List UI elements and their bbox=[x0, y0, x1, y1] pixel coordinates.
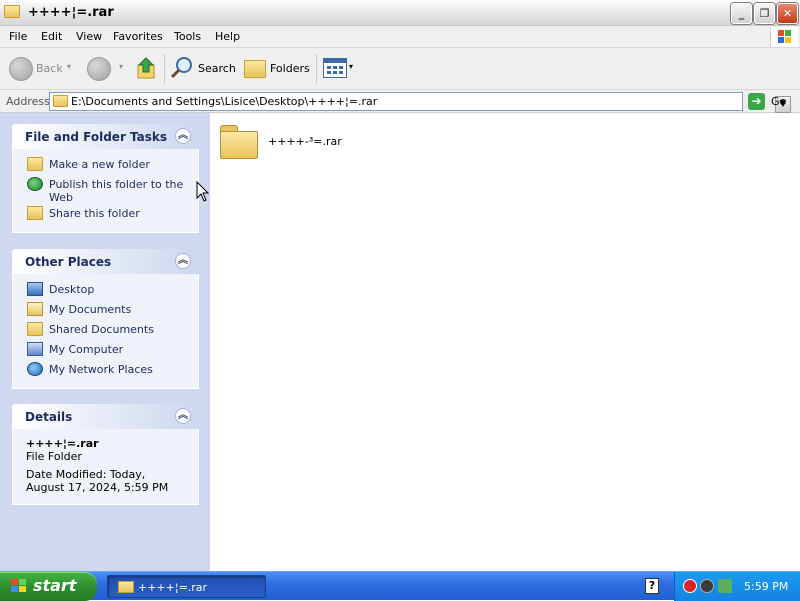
back-button[interactable]: Back bbox=[36, 62, 63, 75]
panel-title: Details bbox=[25, 410, 73, 424]
task-pane: File and Folder Tasks ︽ Make a new folde… bbox=[0, 113, 210, 571]
windows-flag-icon bbox=[10, 578, 28, 594]
task-label: Share this folder bbox=[49, 207, 140, 220]
my-documents-icon bbox=[27, 302, 43, 316]
clock[interactable]: 5:59 PM bbox=[744, 580, 788, 593]
close-button[interactable]: ✕ bbox=[777, 3, 798, 24]
views-icon[interactable] bbox=[323, 58, 347, 78]
panel-header[interactable]: Details ︽ bbox=[12, 404, 199, 429]
views-dropdown-icon[interactable]: ▾ bbox=[349, 62, 353, 71]
address-value: E:\Documents and Settings\Lisice\Desktop… bbox=[71, 95, 378, 108]
file-list: ++++-³=.rar bbox=[210, 113, 800, 571]
task-make-new-folder[interactable]: Make a new folder bbox=[13, 155, 198, 175]
address-bar: Address E:\Documents and Settings\Lisice… bbox=[0, 90, 800, 113]
folders-icon[interactable] bbox=[244, 60, 266, 78]
go-button[interactable]: Go bbox=[771, 95, 786, 108]
window-title: ++++¦=.rar bbox=[28, 5, 114, 20]
task-publish-folder[interactable]: Publish this folder to the Web bbox=[13, 175, 198, 204]
network-icon[interactable] bbox=[718, 579, 732, 593]
toolbar-separator bbox=[316, 54, 317, 84]
address-input[interactable]: E:\Documents and Settings\Lisice\Desktop… bbox=[49, 92, 791, 113]
security-alert-icon[interactable] bbox=[683, 579, 697, 593]
menu-view[interactable]: View bbox=[76, 30, 102, 43]
publish-globe-icon bbox=[27, 177, 43, 191]
collapse-chevron-icon[interactable]: ︽ bbox=[175, 253, 191, 269]
details-panel: Details ︽ ++++¦=.rar File Folder Date Mo… bbox=[12, 404, 199, 505]
place-label: Desktop bbox=[49, 283, 95, 296]
go-arrow-icon[interactable]: ➔ bbox=[748, 93, 765, 110]
collapse-chevron-icon[interactable]: ︽ bbox=[175, 408, 191, 424]
help-icon[interactable]: ? bbox=[645, 578, 659, 594]
place-label: Shared Documents bbox=[49, 323, 154, 336]
share-folder-icon bbox=[27, 206, 43, 220]
panel-body: ++++¦=.rar File Folder Date Modified: To… bbox=[12, 429, 199, 505]
place-desktop[interactable]: Desktop bbox=[13, 280, 198, 300]
menu-file[interactable]: File bbox=[9, 30, 27, 43]
toolbar-separator bbox=[164, 54, 165, 84]
taskbar-window-button[interactable]: ++++¦=.rar bbox=[107, 575, 266, 598]
title-bar[interactable]: ++++¦=.rar _ ❐ ✕ bbox=[0, 0, 800, 26]
details-type: File Folder bbox=[26, 450, 82, 463]
address-label: Address bbox=[6, 95, 50, 108]
search-icon[interactable] bbox=[170, 56, 194, 80]
toolbar: Back ▾ ▾ Search Folders ▾ bbox=[0, 48, 800, 90]
start-button[interactable]: start bbox=[0, 572, 97, 601]
file-folder-tasks-panel: File and Folder Tasks ︽ Make a new folde… bbox=[12, 124, 199, 233]
minimize-button[interactable]: _ bbox=[731, 3, 752, 24]
maximize-button[interactable]: ❐ bbox=[754, 3, 775, 24]
place-label: My Network Places bbox=[49, 363, 153, 376]
details-modified: Date Modified: Today, August 17, 2024, 5… bbox=[26, 468, 169, 494]
taskbar: start ++++¦=.rar ? 5:59 PM bbox=[0, 571, 800, 601]
collapse-chevron-icon[interactable]: ︽ bbox=[175, 128, 191, 144]
place-my-network-places[interactable]: My Network Places bbox=[13, 360, 198, 380]
folders-button[interactable]: Folders bbox=[270, 62, 310, 75]
mouse-cursor-icon bbox=[196, 180, 210, 203]
place-my-documents[interactable]: My Documents bbox=[13, 300, 198, 320]
new-folder-icon bbox=[27, 157, 43, 171]
panel-header[interactable]: File and Folder Tasks ︽ bbox=[12, 124, 199, 149]
menu-edit[interactable]: Edit bbox=[41, 30, 62, 43]
taskbar-window-label: ++++¦=.rar bbox=[138, 581, 208, 594]
task-label: Make a new folder bbox=[49, 158, 150, 171]
desktop-icon bbox=[27, 282, 43, 296]
antivirus-icon[interactable] bbox=[700, 579, 714, 593]
back-dropdown-icon[interactable]: ▾ bbox=[67, 62, 71, 71]
menu-help[interactable]: Help bbox=[215, 30, 240, 43]
place-shared-documents[interactable]: Shared Documents bbox=[13, 320, 198, 340]
place-label: My Documents bbox=[49, 303, 132, 316]
menu-favorites[interactable]: Favorites bbox=[113, 30, 163, 43]
search-button[interactable]: Search bbox=[198, 62, 236, 75]
windows-logo-icon bbox=[770, 27, 798, 47]
back-arrow-icon[interactable] bbox=[9, 57, 33, 81]
menu-bar: File Edit View Favorites Tools Help bbox=[0, 26, 800, 48]
up-folder-icon[interactable] bbox=[136, 56, 158, 80]
panel-title: Other Places bbox=[25, 255, 112, 269]
forward-dropdown-icon[interactable]: ▾ bbox=[119, 62, 123, 71]
folder-icon bbox=[118, 581, 134, 593]
panel-header[interactable]: Other Places ︽ bbox=[12, 249, 199, 274]
panel-body: Desktop My Documents Shared Documents My… bbox=[12, 274, 199, 389]
panel-title: File and Folder Tasks bbox=[25, 130, 168, 144]
folder-icon bbox=[4, 5, 20, 18]
task-share-folder[interactable]: Share this folder bbox=[13, 204, 198, 224]
system-tray: 5:59 PM bbox=[674, 572, 800, 601]
start-label: start bbox=[33, 576, 77, 595]
menu-tools[interactable]: Tools bbox=[174, 30, 201, 43]
details-name: ++++¦=.rar bbox=[26, 437, 99, 450]
folder-icon[interactable] bbox=[220, 125, 258, 159]
folder-name[interactable]: ++++-³=.rar bbox=[268, 135, 342, 148]
my-computer-icon bbox=[27, 342, 43, 356]
folder-icon bbox=[53, 95, 68, 107]
place-my-computer[interactable]: My Computer bbox=[13, 340, 198, 360]
network-places-icon bbox=[27, 362, 43, 376]
task-label: Publish this folder to the Web bbox=[49, 178, 184, 204]
forward-arrow-icon[interactable] bbox=[87, 57, 111, 81]
place-label: My Computer bbox=[49, 343, 124, 356]
shared-documents-icon bbox=[27, 322, 43, 336]
other-places-panel: Other Places ︽ Desktop My Documents Shar… bbox=[12, 249, 199, 389]
folder-body bbox=[220, 131, 258, 159]
panel-body: Make a new folder Publish this folder to… bbox=[12, 149, 199, 233]
